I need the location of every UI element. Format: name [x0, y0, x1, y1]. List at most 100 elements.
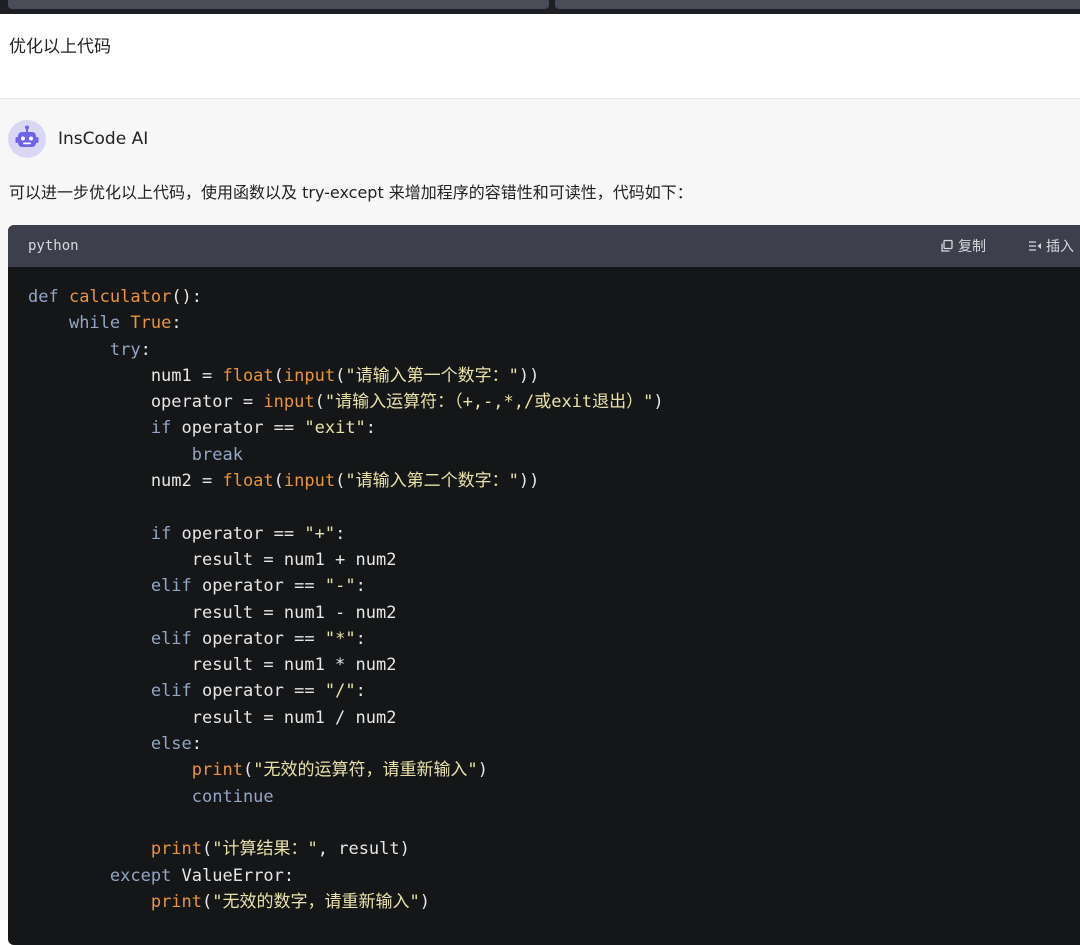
- code-token-plain: result = num1 * num2: [28, 655, 397, 676]
- code-line: print("无效的运算符，请重新输入"): [8, 757, 1080, 783]
- code-token-plain: result = num1 + num2: [28, 549, 397, 570]
- code-token-kw: except: [109, 865, 182, 886]
- code-line: print("无效的数字，请重新输入"): [8, 889, 1080, 915]
- code-token-str: "请输入第一个数字：": [345, 365, 519, 386]
- code-token-kw: def: [28, 287, 69, 307]
- code-line: elif operator == "/":: [8, 678, 1080, 704]
- ai-intro-text: 可以进一步优化以上代码，使用函数以及 try-except 来增加程序的容错性和…: [9, 183, 693, 202]
- code-token-fn: calculator: [68, 287, 172, 307]
- code-token-str: "无效的数字，请重新输入": [212, 891, 420, 912]
- code-token-kw: break: [191, 444, 243, 465]
- copy-icon: [941, 239, 953, 252]
- user-message: 优化以上代码: [0, 14, 1080, 98]
- insert-button[interactable]: 插入: [1028, 236, 1074, 256]
- code-line: except ValueError:: [8, 863, 1080, 889]
- ai-response: InsCode AI 可以进一步优化以上代码，使用函数以及 try-except…: [0, 98, 1080, 945]
- code-token-plain: ): [419, 891, 430, 912]
- code-token-plain: (: [335, 471, 346, 492]
- code-token-plain: :: [355, 576, 366, 597]
- code-token-plain: operator ==: [202, 681, 325, 702]
- code-token-str: "-": [324, 576, 356, 597]
- code-token-fn: float: [222, 365, 274, 386]
- code-token-kw: elif: [150, 681, 203, 702]
- code-line: num1 = float(input("请输入第一个数字：")): [8, 363, 1080, 389]
- code-token-plain: ():: [171, 287, 203, 307]
- code-token-plain: operator ==: [181, 523, 305, 544]
- code-token-str: "/": [324, 681, 356, 702]
- code-line: result = num1 * num2: [8, 652, 1080, 678]
- code-token-plain: :: [355, 628, 366, 649]
- code-token-plain: operator ==: [202, 628, 325, 649]
- code-line: elif operator == "*":: [8, 626, 1080, 652]
- insert-button-label: 插入: [1046, 239, 1074, 255]
- code-token-plain: (: [242, 760, 254, 781]
- code-block: python 复制 插入 def calculator(): while Tru…: [8, 225, 1080, 945]
- code-line: try:: [8, 337, 1080, 363]
- code-line: else:: [8, 731, 1080, 757]
- code-token-kw: if: [150, 523, 182, 544]
- code-token-str: "+": [304, 523, 336, 544]
- code-token-plain: ): [477, 760, 488, 781]
- code-token-str: "计算结果：": [212, 839, 318, 860]
- code-token-plain: (: [273, 365, 284, 386]
- code-token-plain: (: [273, 471, 284, 492]
- copy-button[interactable]: 复制: [940, 236, 986, 256]
- code-token-kw: try: [109, 339, 141, 360]
- code-token-plain: :: [365, 418, 377, 439]
- code-token-plain: )): [518, 365, 540, 386]
- code-token-plain: :: [140, 339, 151, 360]
- code-line: operator = input("请输入运算符：（+,-,*,/或exit退出…: [8, 389, 1080, 415]
- previous-code-panel-left: [8, 0, 549, 9]
- code-token-plain: , result): [317, 839, 410, 860]
- code-token-kw: continue: [191, 786, 274, 807]
- insert-icon: [1029, 241, 1041, 251]
- code-body: def calculator(): while True: try: num1 …: [8, 267, 1080, 915]
- code-token-fn: print: [150, 891, 203, 912]
- code-token-fn: input: [263, 392, 315, 413]
- code-block-header: python 复制 插入: [8, 225, 1080, 267]
- previous-code-block-bottom: [0, 0, 1080, 14]
- code-line: if operator == "exit":: [8, 415, 1080, 441]
- code-token-plain: num1 =: [28, 365, 223, 386]
- code-line: result = num1 + num2: [8, 547, 1080, 573]
- code-token-str: "请输入运算符：（+,-,*,/或exit退出）": [324, 392, 654, 413]
- code-token-kw: if: [150, 418, 182, 439]
- code-token-plain: (: [202, 839, 213, 860]
- code-token-kw: else: [150, 734, 192, 755]
- code-token-plain: operator =: [28, 392, 264, 413]
- code-line: if operator == "+":: [8, 521, 1080, 547]
- code-token-plain: :: [355, 681, 366, 702]
- code-token-plain: result = num1 / num2: [28, 707, 397, 728]
- code-language-label: python: [28, 238, 79, 254]
- user-message-text: 优化以上代码: [9, 37, 111, 57]
- code-line: result = num1 / num2: [8, 705, 1080, 731]
- code-token-plain: ValueError:: [181, 865, 295, 886]
- code-token-plain: ): [653, 392, 664, 413]
- code-token-plain: )): [518, 471, 540, 492]
- code-line: break: [8, 442, 1080, 468]
- code-token-plain: num2 =: [28, 471, 223, 492]
- code-token-fn: float: [222, 471, 274, 492]
- code-token-plain: (: [335, 365, 346, 386]
- code-line: elif operator == "-":: [8, 573, 1080, 599]
- code-token-plain: operator ==: [202, 576, 325, 597]
- code-token-str: "无效的运算符，请重新输入": [253, 760, 478, 781]
- code-token-plain: :: [171, 313, 182, 334]
- code-token-kw: elif: [150, 628, 203, 649]
- code-token-fn: input: [283, 471, 336, 492]
- previous-code-panel-right: [555, 0, 1080, 9]
